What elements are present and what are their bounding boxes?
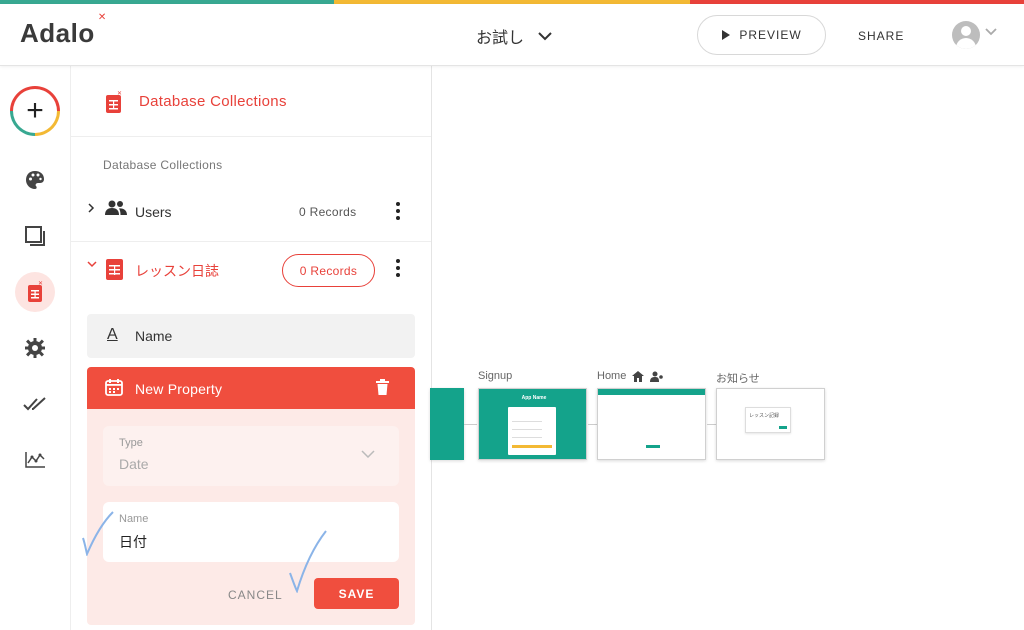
left-nav: + ✕ (0, 66, 71, 630)
database-icon[interactable]: ✕ (22, 279, 48, 305)
collection-row-users[interactable]: Users 0 Records (71, 185, 431, 241)
records-count-pill[interactable]: 0 Records (282, 254, 375, 287)
database-panel: ✕ Database Collections Database Collecti… (71, 66, 432, 630)
add-button[interactable]: + (10, 86, 60, 136)
app-name: お試し (476, 30, 525, 47)
app-selector[interactable]: お試し (476, 24, 552, 48)
users-icon (105, 200, 127, 215)
section-label: Database Collections (103, 158, 223, 172)
more-vert-icon[interactable] (393, 201, 403, 221)
new-property-header: New Property (87, 367, 415, 409)
preview-button[interactable]: PREVIEW (697, 15, 826, 55)
chevron-down-icon (538, 31, 552, 40)
name-label: Name (119, 513, 149, 525)
screen-label-signup: Signup (478, 370, 513, 382)
link-arrow (707, 424, 716, 425)
chevron-down-icon (361, 450, 375, 458)
type-select[interactable]: Type Date (103, 426, 399, 486)
collection-name: レッスン日誌 (135, 263, 219, 279)
adalo-logo[interactable]: Adalo ✕ (20, 12, 106, 49)
top-bar: Adalo ✕ お試し PREVIEW SHARE (0, 4, 1024, 66)
type-label: Type (119, 437, 143, 449)
home-icon (632, 370, 645, 382)
screen-thumbnail-home[interactable] (597, 388, 706, 460)
preview-label: PREVIEW (739, 28, 802, 42)
double-check-icon[interactable] (22, 391, 48, 417)
avatar[interactable] (952, 21, 980, 49)
svg-text:✕: ✕ (117, 91, 122, 97)
calendar-icon (105, 379, 123, 396)
new-property-title: New Property (135, 381, 223, 397)
collection-name: Users (135, 204, 172, 220)
link-arrow (588, 424, 597, 425)
collection-row-lesson-log[interactable]: レッスン日誌 0 Records (71, 242, 431, 298)
chevron-down-icon[interactable] (87, 260, 97, 268)
screen-thumbnail-notice[interactable]: レッスン記録 (716, 388, 825, 460)
checkmark-annotation (82, 511, 114, 556)
text-icon: A (107, 326, 118, 343)
notice-card: レッスン記録 (745, 407, 791, 433)
link-arrow (464, 424, 477, 425)
panel-header: ✕ Database Collections (71, 66, 431, 137)
screen-thumbnail[interactable] (430, 388, 464, 460)
panel-title: Database Collections (139, 93, 287, 110)
avatar-chevron-down-icon[interactable] (985, 28, 997, 36)
add-icon: + (13, 89, 57, 133)
records-count[interactable]: 0 Records (299, 205, 356, 219)
chevron-right-icon[interactable] (87, 203, 95, 213)
screen-label-notice: お知らせ (716, 373, 760, 385)
play-icon (722, 30, 731, 40)
name-field[interactable]: Name 日付 (103, 502, 399, 562)
svg-text:✕: ✕ (38, 281, 43, 287)
screen-label-home: Home (597, 370, 664, 382)
share-button[interactable]: SHARE (858, 29, 904, 43)
more-vert-icon[interactable] (393, 258, 403, 278)
screen-thumbnail-signup[interactable]: App Name (478, 388, 587, 460)
type-value: Date (119, 456, 149, 472)
checkmark-annotation (289, 530, 327, 593)
analytics-icon[interactable] (22, 447, 48, 473)
cancel-button[interactable]: CANCEL (228, 588, 283, 602)
screens-icon[interactable] (22, 223, 48, 249)
signup-card (508, 407, 556, 455)
property-label: Name (135, 328, 173, 344)
trash-icon[interactable] (376, 379, 389, 395)
notice-card-text: レッスン記録 (749, 413, 780, 419)
thumb-app-name: App Name (521, 395, 547, 401)
app-canvas: Signup App Name Home お知らせ レッスン記録 (430, 66, 1024, 630)
name-value[interactable]: 日付 (119, 532, 147, 552)
user-settings-icon (650, 371, 664, 382)
settings-icon[interactable] (22, 335, 48, 361)
palette-icon[interactable] (22, 167, 48, 193)
table-icon (106, 259, 123, 280)
logo-text: Adalo (20, 18, 95, 48)
new-property-form: Type Date Name 日付 CANCEL SAVE (87, 409, 415, 625)
logo-spark-icon: ✕ (97, 12, 107, 23)
database-header-icon: ✕ (106, 91, 122, 113)
property-item-name[interactable]: A Name (87, 314, 415, 358)
